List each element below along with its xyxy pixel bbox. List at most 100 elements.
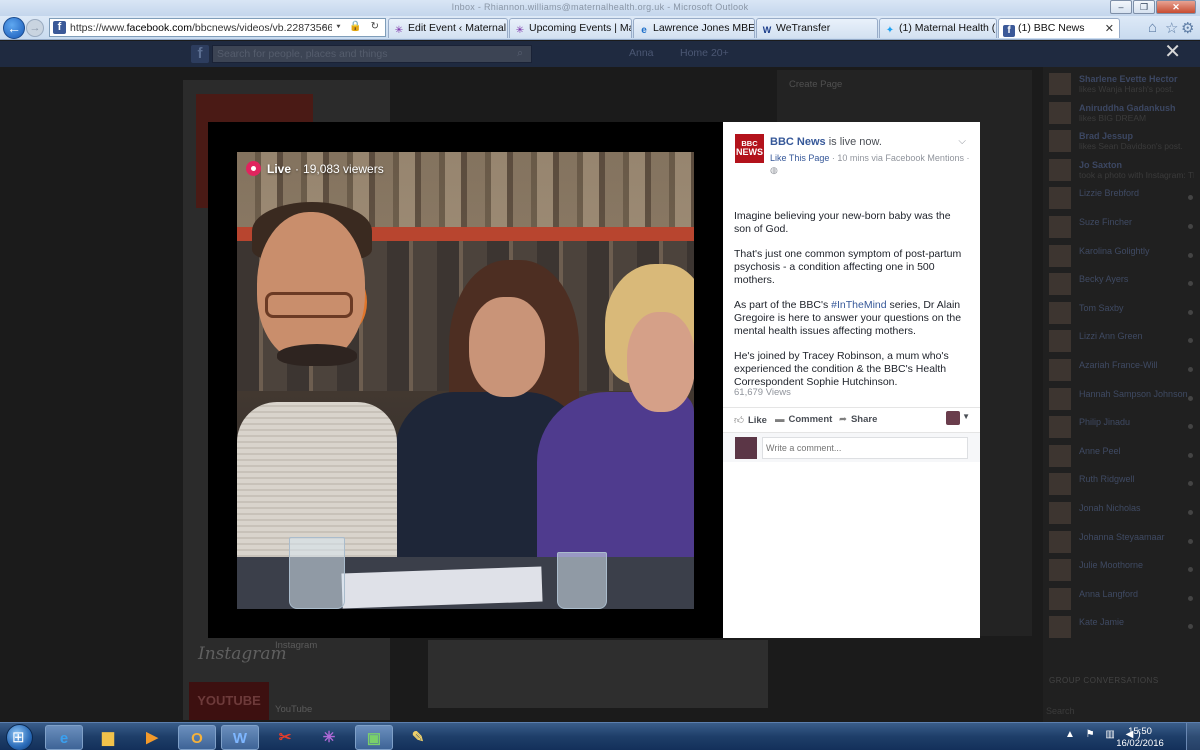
- show-desktop-button[interactable]: [1186, 723, 1200, 750]
- chevron-down-icon[interactable]: ⌵: [958, 136, 966, 147]
- address-bar[interactable]: f https://www.facebook.com/bbcnews/video…: [49, 18, 386, 37]
- media-player-icon[interactable]: ▶: [133, 725, 171, 750]
- post-meta: Like This Page · 10 mins via Facebook Me…: [770, 152, 970, 176]
- instagram-app-label[interactable]: Instagram: [275, 640, 317, 651]
- close-tab-icon[interactable]: ✕: [1105, 22, 1114, 35]
- avatar: [1049, 359, 1071, 381]
- close-window-button[interactable]: ✕: [1156, 0, 1196, 14]
- tab-maternal-health-twitter[interactable]: ✦(1) Maternal Health (@M...: [879, 18, 997, 38]
- chat-contact[interactable]: Azariah France-Will: [1049, 357, 1199, 383]
- chat-contact[interactable]: Suze Fincher: [1049, 214, 1199, 240]
- post-paragraph: That's just one common symptom of post-p…: [734, 248, 962, 286]
- chat-search-input[interactable]: Search: [1046, 706, 1075, 716]
- chat-contact[interactable]: Aniruddha Gadankush likes BIG DREAM: [1049, 100, 1199, 126]
- chat-contact[interactable]: Lizzie Brebford: [1049, 185, 1199, 211]
- post-paragraph: Imagine believing your new-born baby was…: [734, 210, 951, 235]
- chat-contact[interactable]: Lizzi Ann Green: [1049, 328, 1199, 354]
- home-icon[interactable]: ⌂: [1148, 19, 1157, 36]
- avatar: [1049, 158, 1071, 181]
- chat-contact[interactable]: Philip Jinadu: [1049, 414, 1199, 440]
- chat-contact[interactable]: Hannah Sampson Johnson: [1049, 386, 1199, 412]
- chat-contact[interactable]: Johanna Steyaamaar: [1049, 529, 1199, 555]
- clock-time[interactable]: 15:50: [1110, 726, 1170, 737]
- comment-input[interactable]: [762, 437, 968, 459]
- avatar: [1049, 130, 1071, 153]
- favorites-star-icon[interactable]: ☆: [1165, 19, 1178, 37]
- chat-contact[interactable]: Sharlene Evette Hector likes Wanja Harsh'…: [1049, 71, 1199, 97]
- bbc-news-logo[interactable]: BBC NEWS: [735, 134, 764, 163]
- chat-contact[interactable]: Julie Moothorne: [1049, 557, 1199, 583]
- comment-icon: ▬: [775, 414, 785, 425]
- gear-icon[interactable]: ⚙: [1181, 19, 1194, 37]
- paint-icon[interactable]: ✎: [399, 725, 437, 750]
- live-video-player[interactable]: [237, 152, 694, 609]
- tab-bbc-news[interactable]: f (1) BBC News ✕: [998, 18, 1120, 38]
- video-scene-papers: [341, 566, 543, 609]
- chat-contact[interactable]: Ruth Ridgwell: [1049, 471, 1199, 497]
- tab-lawrence-jones[interactable]: eLawrence Jones MBE (@L...: [633, 18, 755, 38]
- post-paragraph: As part of the BBC's #InTheMind series, …: [734, 299, 962, 337]
- caret-down-icon[interactable]: ▼: [962, 412, 970, 421]
- back-button[interactable]: ←: [3, 17, 25, 39]
- maximize-button[interactable]: ❐: [1133, 0, 1155, 14]
- like-button[interactable]: 👍︎ Like: [734, 414, 767, 426]
- chat-contact[interactable]: Becky Ayers: [1049, 271, 1199, 297]
- facebook-search-input[interactable]: Search for people, places and things ⌕: [212, 45, 532, 63]
- window-titlebar: Inbox - Rhiannon.williams@maternalhealth…: [0, 0, 1200, 16]
- online-status-icon: [1188, 567, 1193, 573]
- like-page-link[interactable]: Like This Page: [770, 153, 829, 163]
- chat-contact[interactable]: Anne Peel: [1049, 443, 1199, 469]
- hashtag-link[interactable]: #InTheMind: [831, 299, 886, 311]
- share-button[interactable]: ➦ Share: [839, 414, 877, 425]
- start-button[interactable]: [3, 723, 39, 750]
- avatar: [1049, 616, 1071, 639]
- doctor-face: [257, 212, 365, 362]
- create-page-button[interactable]: Create Page: [789, 79, 842, 90]
- system-tray: ▲ ⚑ ▥ ◀) 15:50 16/02/2016: [1065, 723, 1200, 750]
- explorer-icon[interactable]: ▆: [89, 725, 127, 750]
- chat-contact-name: Tom Saxby: [1079, 302, 1124, 313]
- outlook-icon[interactable]: O: [178, 725, 216, 750]
- chat-contact-name: Aniruddha Gadankush: [1079, 102, 1176, 113]
- chat-contact[interactable]: Jo Saxtontook a photo with Instagram: Th…: [1049, 157, 1199, 183]
- facebook-icon: f: [1003, 25, 1015, 37]
- chat-contact[interactable]: Jonah Nicholas: [1049, 500, 1199, 526]
- chat-contact-name: Hannah Sampson Johnson: [1079, 388, 1188, 399]
- facebook-logo-icon[interactable]: f: [191, 45, 209, 63]
- tab-wetransfer[interactable]: W WeTransfer: [756, 18, 878, 38]
- tab-edit-event[interactable]: ✳Edit Event ‹ Maternal Me...: [388, 18, 508, 38]
- chat-contact[interactable]: Anna Langford: [1049, 586, 1199, 612]
- share-icon: ➦: [839, 414, 847, 425]
- forward-button[interactable]: →: [26, 19, 44, 37]
- user-name-link[interactable]: Anna: [629, 47, 654, 59]
- post-time[interactable]: · 10 mins via Facebook Mentions ·: [832, 153, 970, 163]
- network-icon[interactable]: ▣: [355, 725, 393, 750]
- tab-upcoming-events[interactable]: ✳Upcoming Events | Mater...: [509, 18, 632, 38]
- youtube-app-label[interactable]: YouTube: [275, 704, 312, 715]
- post-as-avatar[interactable]: [946, 411, 960, 425]
- chat-contact-name: Azariah France-Will: [1079, 360, 1158, 370]
- snipping-tool-icon[interactable]: ✂: [266, 725, 304, 750]
- ie-icon[interactable]: e: [45, 725, 83, 750]
- address-controls[interactable]: ⌕ ▾ 🔒 ↻: [322, 21, 382, 32]
- online-status-icon: [1188, 510, 1193, 515]
- clock-date[interactable]: 16/02/2016: [1110, 738, 1170, 749]
- word-icon[interactable]: W: [221, 725, 259, 750]
- minimize-button[interactable]: –: [1110, 0, 1132, 14]
- chat-contact[interactable]: Kate Jamie: [1049, 614, 1199, 640]
- app-icon[interactable]: ✳: [310, 725, 348, 750]
- search-icon[interactable]: ⌕: [517, 47, 523, 60]
- view-count[interactable]: 61,679 Views: [734, 387, 791, 398]
- home-link[interactable]: Home 20+: [680, 47, 729, 59]
- chat-activity: likes BIG DREAM: [1079, 112, 1147, 123]
- url-text[interactable]: https://www.facebook.com/bbcnews/videos/…: [70, 22, 332, 34]
- avatar: [735, 437, 757, 459]
- instagram-logo: Instagram: [198, 644, 287, 664]
- page-name-link[interactable]: BBC News: [770, 136, 826, 148]
- comment-button[interactable]: ▬ Comment: [775, 414, 832, 425]
- chat-contact[interactable]: Tom Saxby: [1049, 300, 1199, 326]
- chat-contact[interactable]: Brad Jessup likes Sean Davidson's post.: [1049, 128, 1199, 154]
- chat-contact[interactable]: Karolina Golightly: [1049, 243, 1199, 269]
- doctor-glasses: [265, 292, 353, 318]
- close-theater-icon[interactable]: ✕: [1164, 42, 1181, 62]
